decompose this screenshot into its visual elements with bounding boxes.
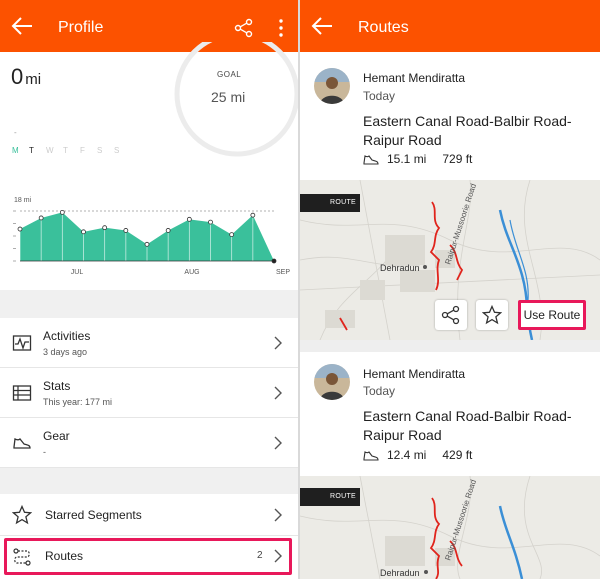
data-point	[144, 241, 150, 247]
route-stats: 12.4 mi 429 ft	[363, 448, 472, 462]
x-axis-label: AUG	[184, 269, 199, 276]
menu-item-label: Gear	[43, 429, 70, 443]
route-map[interactable]: Dehradun Raipur-Mussoorie Road ROUTE	[300, 476, 600, 579]
shoe-icon	[13, 438, 31, 449]
menu-item-gear[interactable]: Gear -	[0, 418, 298, 468]
star-route-button[interactable]	[476, 300, 508, 330]
x-axis-label: JUL	[71, 269, 84, 276]
menu-item-label: Stats	[43, 379, 71, 393]
data-point	[271, 258, 277, 264]
page-title: Profile	[58, 19, 104, 36]
section-gap	[0, 468, 298, 494]
x-axis-label: SEP	[276, 269, 290, 276]
data-point	[123, 228, 129, 233]
data-point	[59, 209, 65, 215]
data-point	[102, 225, 108, 231]
y-axis-tick-label: 18 mi	[14, 197, 32, 204]
shoe-icon	[363, 451, 379, 461]
use-route-button[interactable]: Use Route	[518, 300, 586, 330]
data-point	[250, 212, 256, 218]
day-label: T	[63, 146, 68, 155]
chevron-right-icon	[274, 386, 282, 400]
athlete-name[interactable]: Hemant Mendiratta	[363, 367, 465, 381]
page-title: Routes	[358, 19, 409, 36]
route-tag: ROUTE	[300, 194, 360, 212]
menu-item-stats[interactable]: Stats This year: 177 mi	[0, 368, 298, 418]
athlete-avatar[interactable]	[314, 364, 350, 400]
day-label: S	[114, 146, 120, 155]
route-stats: 15.1 mi 729 ft	[363, 152, 472, 166]
activity-pulse-icon	[12, 335, 32, 351]
weekly-distance-chart[interactable]: 18 mi JUL AUG SEP	[0, 188, 298, 278]
week-days: MTWTFSS	[12, 146, 131, 155]
more-options-icon[interactable]	[273, 17, 289, 39]
share-route-button[interactable]	[435, 300, 467, 330]
distance-unit: mi	[25, 71, 42, 88]
routes-app-bar: Routes	[300, 0, 600, 52]
back-arrow-icon[interactable]	[310, 15, 334, 37]
menu-item-activities[interactable]: Activities 3 days ago	[0, 318, 298, 368]
stats-table-icon	[12, 385, 32, 401]
route-tag: ROUTE	[300, 488, 360, 506]
route-date: Today	[363, 89, 396, 103]
route-name[interactable]: Eastern Canal Road-Balbir Road-Raipur Ro…	[363, 112, 583, 150]
athlete-avatar[interactable]	[314, 68, 350, 104]
goal-label: GOAL	[217, 70, 242, 79]
route-elevation: 729 ft	[442, 152, 473, 166]
star-icon	[12, 505, 32, 525]
weekly-distance: 0 mi	[11, 64, 41, 90]
route-map[interactable]: Dehradun Raipur-Mussoorie Road ROUTE Use…	[300, 180, 600, 340]
dash-placeholder: -	[14, 128, 17, 137]
data-point	[17, 226, 23, 232]
route-card-header[interactable]: Hemant Mendiratta Today Eastern Canal Ro…	[300, 52, 600, 180]
day-label: W	[46, 146, 54, 155]
data-point	[165, 228, 171, 233]
share-icon	[441, 305, 460, 325]
menu-item-starred-segments[interactable]: Starred Segments	[0, 494, 298, 536]
menu-item-subtitle: This year: 177 mi	[43, 397, 113, 407]
data-point	[38, 215, 44, 221]
route-elevation: 429 ft	[442, 448, 473, 462]
menu-item-label: Activities	[43, 329, 91, 343]
map-city-label: Dehradun	[380, 263, 420, 273]
routes-highlight-box	[4, 538, 292, 575]
menu-item-subtitle: 3 days ago	[43, 347, 88, 357]
menu-item-subtitle: -	[43, 447, 46, 457]
chevron-right-icon	[274, 508, 282, 522]
chevron-right-icon	[274, 436, 282, 450]
route-distance: 12.4 mi	[387, 448, 427, 462]
profile-screen: Profile 0 mi GOAL 25 mi - MTWTFSS 18 mi JU…	[0, 0, 298, 579]
day-label: M	[12, 146, 19, 155]
route-name[interactable]: Eastern Canal Road-Balbir Road-Raipur Ro…	[363, 407, 583, 445]
day-label: T	[29, 146, 34, 155]
data-point	[186, 216, 192, 222]
section-gap	[0, 290, 298, 318]
day-label: S	[97, 146, 103, 155]
menu-item-label: Starred Segments	[45, 508, 142, 522]
star-icon	[482, 305, 502, 325]
data-point	[81, 229, 86, 235]
card-separator	[300, 340, 600, 352]
routes-screen: Routes Hemant Mendiratta Today Eastern C…	[300, 0, 600, 579]
goal-value: 25 mi	[211, 89, 246, 105]
back-arrow-icon[interactable]	[10, 15, 34, 37]
shoe-icon	[363, 155, 379, 165]
route-date: Today	[363, 384, 396, 398]
data-point	[208, 219, 213, 225]
data-point	[229, 232, 235, 238]
chevron-right-icon	[274, 336, 282, 350]
route-distance: 15.1 mi	[387, 152, 427, 166]
share-icon[interactable]	[234, 18, 254, 38]
day-label: F	[80, 146, 85, 155]
route-card-header[interactable]: Hemant Mendiratta Today Eastern Canal Ro…	[300, 352, 600, 476]
athlete-name[interactable]: Hemant Mendiratta	[363, 71, 465, 85]
distance-value: 0	[11, 64, 24, 89]
map-city-label: Dehradun	[380, 568, 420, 578]
